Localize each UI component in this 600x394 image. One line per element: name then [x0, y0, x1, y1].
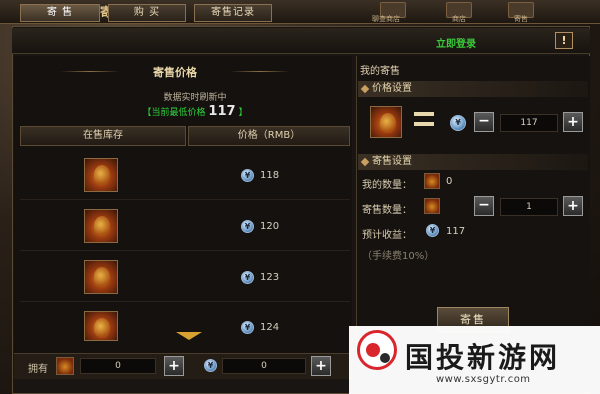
- my-consign-title: 我的寄售: [360, 66, 400, 77]
- row-price: 124: [260, 322, 280, 333]
- add-coin-button[interactable]: +: [311, 356, 331, 376]
- coin-icon: ¥: [241, 220, 254, 233]
- owned-coin-count: 0: [222, 358, 306, 374]
- coin-icon: ¥: [241, 271, 254, 284]
- quantity-item-icon: [424, 173, 440, 189]
- row-divider: [20, 301, 350, 302]
- tab-bar: [12, 28, 590, 54]
- owned-label: 拥有: [28, 364, 48, 375]
- refresh-status: 数据实时刷新中: [163, 93, 227, 103]
- row-price: 123: [260, 272, 280, 283]
- min-price: 【当前最低价格 117 】: [115, 104, 275, 119]
- row-price: 120: [260, 221, 280, 232]
- income-value: 117: [446, 226, 466, 237]
- title-divider-left: [60, 71, 120, 72]
- quantity-increase-button[interactable]: +: [563, 196, 583, 216]
- fee-note: （手续费10%）: [362, 251, 435, 262]
- watermark-url: www.sxsgytr.com: [436, 374, 531, 385]
- scroll-down-arrow-icon[interactable]: [176, 332, 202, 340]
- price-input[interactable]: 117: [500, 114, 558, 132]
- my-quantity-label: 我的数量：: [362, 180, 412, 191]
- top-icon-label-1: 聊查商店: [372, 15, 400, 23]
- coin-icon: ¥: [204, 359, 217, 372]
- sell-item-icon: [370, 106, 402, 138]
- price-settings-header: 价格设置: [358, 81, 588, 97]
- quantity-decrease-button[interactable]: −: [474, 196, 494, 216]
- item-pouch-icon[interactable]: [84, 260, 118, 294]
- owned-item-count: 0: [80, 358, 156, 374]
- tab-buy[interactable]: 购 买: [108, 4, 186, 22]
- price-section-title: 寄售价格: [153, 66, 197, 79]
- item-pouch-icon[interactable]: [84, 158, 118, 192]
- watermark-name: 国投新游网: [405, 341, 561, 374]
- sell-settings-header: 寄售设置: [358, 154, 588, 170]
- min-price-label: 【当前最低价格: [142, 108, 206, 118]
- sell-quantity-input[interactable]: 1: [500, 198, 558, 216]
- sell-quantity-label: 寄售数量：: [362, 205, 412, 216]
- watermark-logo-icon: [357, 330, 397, 370]
- column-price: 价格（RMB）: [188, 126, 350, 146]
- equals-icon: [414, 112, 434, 126]
- coin-icon: ¥: [426, 224, 439, 237]
- top-icon-label-2: 商店: [452, 15, 466, 23]
- login-link[interactable]: 立即登录: [436, 35, 476, 50]
- my-quantity-value: 0: [446, 176, 453, 187]
- income-label: 预计收益：: [362, 230, 412, 241]
- row-divider: [20, 250, 350, 251]
- tab-sell[interactable]: 寄 售: [20, 4, 100, 22]
- item-pouch-icon[interactable]: [84, 311, 118, 341]
- help-button[interactable]: !: [555, 32, 573, 49]
- price-increase-button[interactable]: +: [563, 112, 583, 132]
- coin-icon: ¥: [241, 169, 254, 182]
- item-pouch-icon[interactable]: [84, 209, 118, 243]
- min-price-value: 117: [208, 104, 236, 119]
- coin-icon: ¥: [241, 321, 254, 334]
- add-item-button[interactable]: +: [164, 356, 184, 376]
- coin-icon: ¥: [450, 115, 466, 131]
- min-price-bracket: 】: [238, 108, 248, 118]
- top-icon-label-3: 寄售: [514, 15, 528, 23]
- owned-item-icon: [56, 357, 74, 375]
- price-decrease-button[interactable]: −: [474, 112, 494, 132]
- tab-sell-records[interactable]: 寄售记录: [194, 4, 272, 22]
- row-divider: [20, 199, 350, 200]
- sell-quantity-item-icon: [424, 198, 440, 214]
- row-price: 118: [260, 170, 280, 181]
- title-divider-right: [230, 71, 290, 72]
- column-stock: 在售库存: [20, 126, 186, 146]
